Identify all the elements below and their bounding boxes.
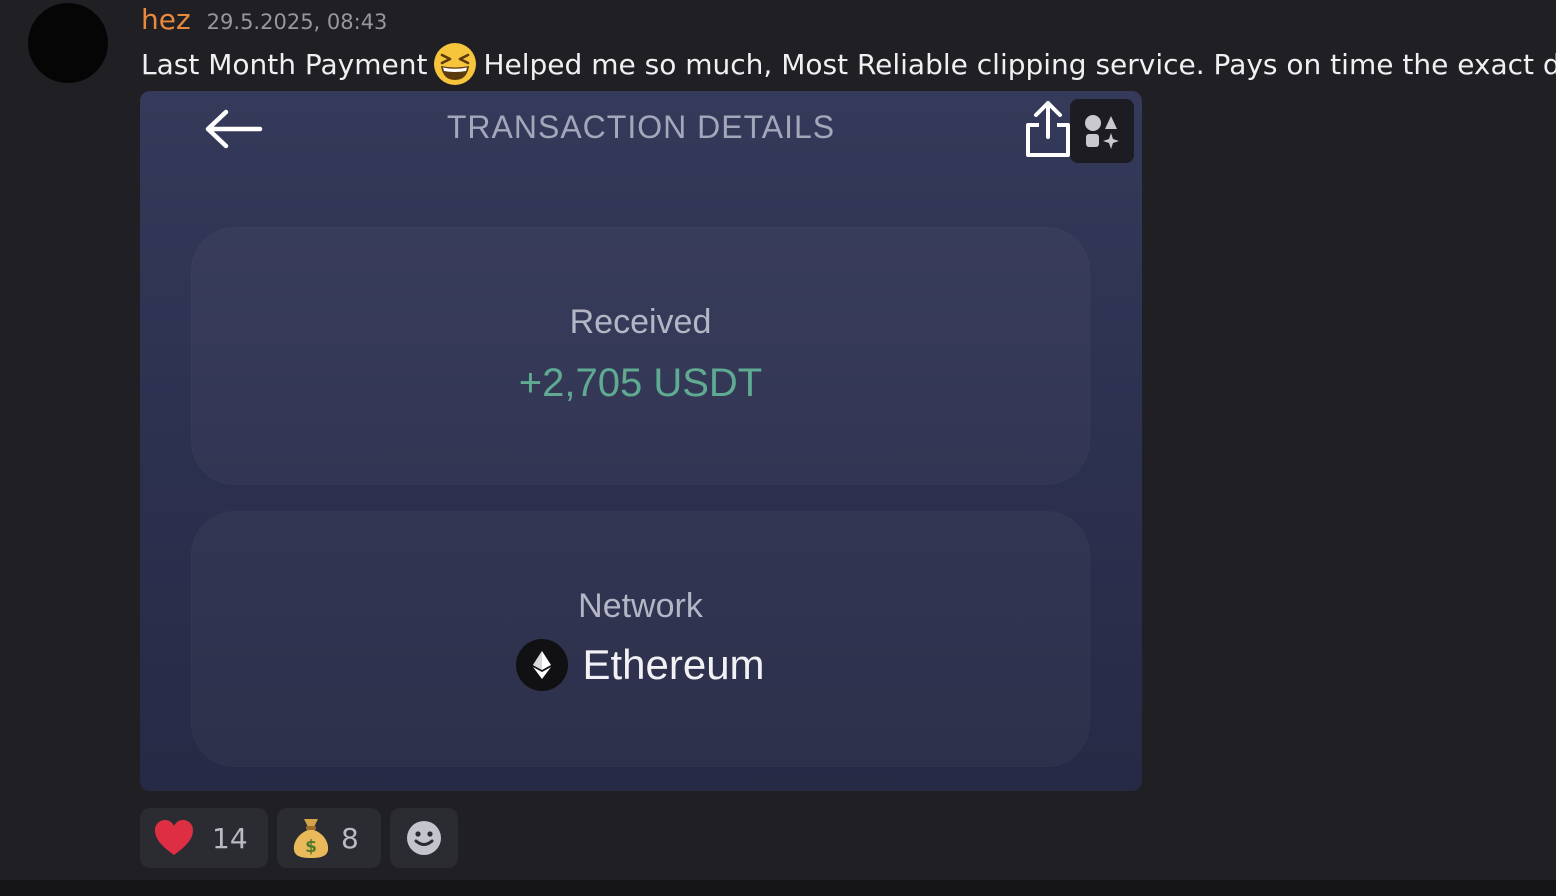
share-icon — [1026, 101, 1070, 157]
reaction-count: 8 — [341, 821, 359, 855]
app-badge-icon — [1070, 99, 1134, 163]
network-value: Ethereum — [191, 639, 1090, 691]
grinning-squinting-face-icon — [434, 43, 477, 85]
bottom-divider — [0, 880, 1556, 896]
image-attachment[interactable]: TRANSACTION DETAILS Received +2,705 USDT… — [140, 91, 1142, 791]
message-text-part-2: Helped me so much, Most Reliable clippin… — [483, 48, 1556, 81]
add-reaction-icon — [407, 821, 441, 855]
network-name: Ethereum — [582, 641, 765, 688]
ethereum-icon — [516, 639, 569, 691]
timestamp: 29.5.2025, 08:43 — [206, 10, 388, 34]
message-text: Last Month Payment Helped me so much, Mo… — [141, 42, 1556, 88]
reaction-heart[interactable]: 14 — [140, 808, 268, 868]
username[interactable]: hez — [141, 3, 191, 36]
chat-message: hez 29.5.2025, 08:43 Last Month Payment … — [0, 0, 1556, 880]
reaction-count: 14 — [212, 821, 248, 855]
network-card: Network Ethereum — [191, 511, 1090, 767]
svg-text:$: $ — [305, 837, 317, 857]
received-card: Received +2,705 USDT — [191, 227, 1090, 485]
reaction-money-bag[interactable]: $ 8 — [277, 808, 381, 868]
money-bag-icon: $ — [293, 819, 329, 858]
add-reaction-button[interactable] — [390, 808, 458, 868]
received-amount: +2,705 USDT — [518, 361, 763, 405]
reactions-bar: 14 $ 8 — [140, 808, 467, 868]
message-header: hez 29.5.2025, 08:43 — [141, 3, 387, 43]
received-label: Received — [569, 303, 712, 341]
avatar[interactable] — [28, 3, 108, 83]
message-text-part-1: Last Month Payment — [141, 48, 428, 81]
network-label: Network — [578, 587, 703, 625]
screen-title: TRANSACTION DETAILS — [446, 109, 836, 145]
red-heart-icon — [155, 820, 193, 855]
